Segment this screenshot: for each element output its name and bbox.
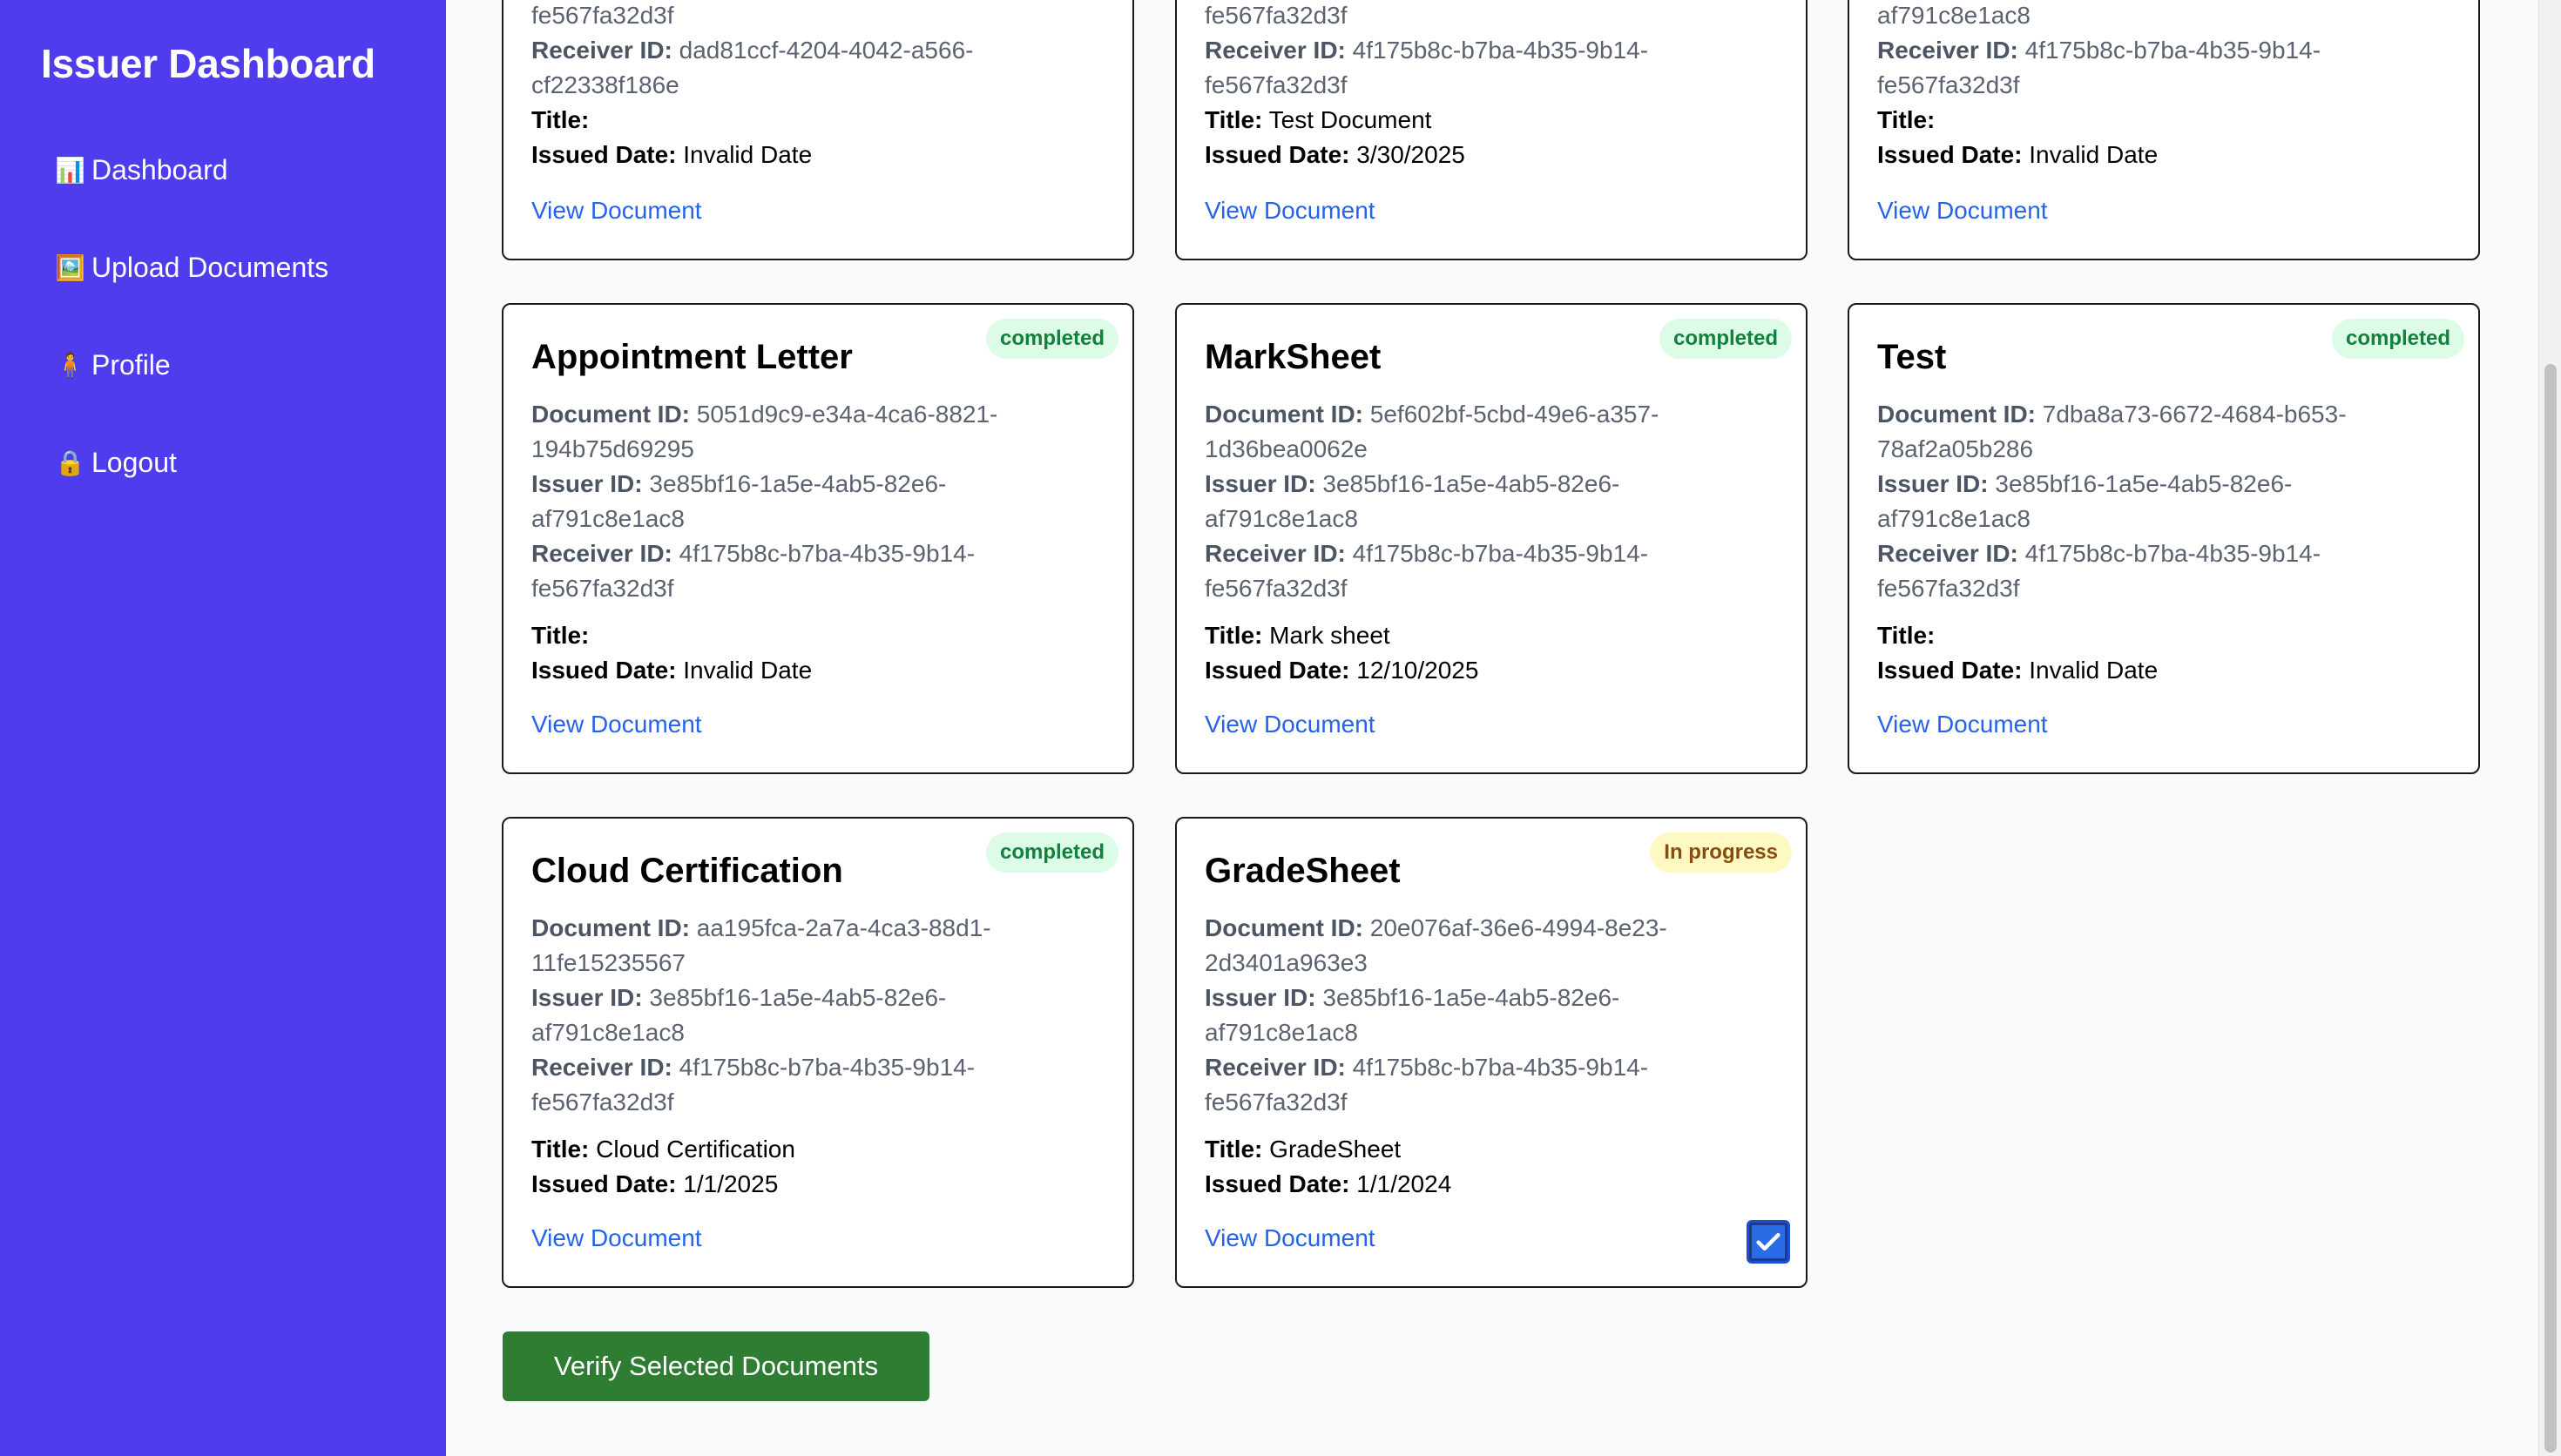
sidebar-item-label: Upload Documents <box>91 252 329 283</box>
receiver-id: Receiver ID: 4f175b8c-b7ba-4b35-9b14-fe5… <box>531 540 976 602</box>
view-document-link[interactable]: View Document <box>1205 711 1375 738</box>
status-badge: completed <box>1659 319 1792 359</box>
sidebar-title: Issuer Dashboard <box>41 41 375 86</box>
document-card: fe567fa32d3f Receiver ID: 4f175b8c-b7ba-… <box>1175 0 1808 260</box>
document-id: Document ID: 5ef602bf-5cbd-49e6-a357-1d3… <box>1205 401 1659 462</box>
document-card: fe567fa32d3f Receiver ID: dad81ccf-4204-… <box>502 0 1134 260</box>
receiver-id: Receiver ID: 4f175b8c-b7ba-4b35-9b14-fe5… <box>1877 540 2321 602</box>
document-id: Document ID: 20e076af-36e6-4994-8e23-2d3… <box>1205 914 1667 976</box>
issued-date: Issued Date: Invalid Date <box>531 657 813 684</box>
doc-title: Title: <box>1877 622 1936 649</box>
receiver-id: Receiver ID: 4f175b8c-b7ba-4b35-9b14-fe5… <box>1205 37 1649 98</box>
document-id: Document ID: aa195fca-2a7a-4ca3-88d1-11f… <box>531 914 991 976</box>
issued-date: Issued Date: Invalid Date <box>1877 141 2159 168</box>
document-card: af791c8e1ac8 Receiver ID: 4f175b8c-b7ba-… <box>1848 0 2480 260</box>
card-meta: Document ID: 7dba8a73-6672-4684-b653-78a… <box>1877 397 2417 606</box>
checkmark-icon <box>1756 1232 1781 1251</box>
issued-date: Issued Date: 1/1/2025 <box>531 1170 779 1197</box>
receiver-id: Receiver ID: dad81ccf-4204-4042-a566-cf2… <box>531 37 974 98</box>
status-badge: completed <box>985 832 1118 873</box>
issuer-id: Issuer ID: 3e85bf16-1a5e-4ab5-82e6-af791… <box>1205 470 1620 532</box>
card-meta: Document ID: 5051d9c9-e34a-4ca6-8821-194… <box>531 397 1071 606</box>
card-meta: Document ID: 20e076af-36e6-4994-8e23-2d3… <box>1205 911 1745 1120</box>
view-document-link[interactable]: View Document <box>531 1224 702 1252</box>
sidebar-item-dashboard[interactable]: 📊 Dashboard <box>55 154 228 186</box>
card-info: Title: Issued Date: Invalid Date <box>1877 618 2417 688</box>
verify-selected-documents-button[interactable]: Verify Selected Documents <box>503 1331 929 1401</box>
lock-icon: 🔒 <box>55 449 85 476</box>
issuer-id: Issuer ID: 3e85bf16-1a5e-4ab5-82e6-af791… <box>1877 470 2293 532</box>
view-document-link[interactable]: View Document <box>1205 197 1375 225</box>
issuer-id-partial: af791c8e1ac8 <box>1877 2 2031 29</box>
receiver-id: Receiver ID: 4f175b8c-b7ba-4b35-9b14-fe5… <box>1205 1054 1649 1116</box>
card-title: MarkSheet <box>1205 338 1382 376</box>
sidebar-item-label: Profile <box>91 349 171 381</box>
receiver-id-partial: fe567fa32d3f <box>1205 2 1348 29</box>
picture-icon: 🖼️ <box>55 254 85 281</box>
card-info: Title: GradeSheet Issued Date: 1/1/2024 <box>1205 1132 1745 1202</box>
card-meta: af791c8e1ac8 Receiver ID: 4f175b8c-b7ba-… <box>1877 0 2417 103</box>
issued-date: Issued Date: 12/10/2025 <box>1205 657 1479 684</box>
card-title: Test <box>1877 338 1947 376</box>
card-title: Appointment Letter <box>531 338 853 376</box>
doc-title: Title: Cloud Certification <box>531 1136 795 1163</box>
view-document-link[interactable]: View Document <box>1877 711 2048 738</box>
card-info: Title: Test Document Issued Date: 3/30/2… <box>1205 103 1745 172</box>
card-title: GradeSheet <box>1205 852 1401 890</box>
issued-date: Issued Date: 3/30/2025 <box>1205 141 1465 168</box>
document-card-gradesheet: GradeSheet In progress Document ID: 20e0… <box>1175 817 1808 1288</box>
document-card-cloud-certification: Cloud Certification completed Document I… <box>502 817 1134 1288</box>
doc-title: Title: Mark sheet <box>1205 622 1390 649</box>
chart-icon: 📊 <box>55 157 85 184</box>
document-card-appointment-letter: Appointment Letter completed Document ID… <box>502 303 1134 774</box>
view-document-link[interactable]: View Document <box>1205 1224 1375 1252</box>
document-card-marksheet: MarkSheet completed Document ID: 5ef602b… <box>1175 303 1808 774</box>
card-meta: Document ID: aa195fca-2a7a-4ca3-88d1-11f… <box>531 911 1071 1120</box>
view-document-link[interactable]: View Document <box>1877 197 2048 225</box>
document-id: Document ID: 7dba8a73-6672-4684-b653-78a… <box>1877 401 2347 462</box>
status-badge: completed <box>985 319 1118 359</box>
document-card-test: Test completed Document ID: 7dba8a73-667… <box>1848 303 2480 774</box>
scrollbar-thumb[interactable] <box>2544 364 2557 1453</box>
receiver-id: Receiver ID: 4f175b8c-b7ba-4b35-9b14-fe5… <box>1877 37 2321 98</box>
issuer-id: Issuer ID: 3e85bf16-1a5e-4ab5-82e6-af791… <box>1205 984 1620 1046</box>
doc-title: Title: <box>531 106 590 133</box>
sidebar-item-logout[interactable]: 🔒 Logout <box>55 447 177 479</box>
card-meta: fe567fa32d3f Receiver ID: dad81ccf-4204-… <box>531 0 1071 103</box>
card-meta: Document ID: 5ef602bf-5cbd-49e6-a357-1d3… <box>1205 397 1745 606</box>
doc-title: Title: GradeSheet <box>1205 1136 1402 1163</box>
card-info: Title: Issued Date: Invalid Date <box>1877 103 2417 172</box>
scrollbar[interactable] <box>2538 0 2561 1456</box>
receiver-id: Receiver ID: 4f175b8c-b7ba-4b35-9b14-fe5… <box>531 1054 976 1116</box>
issued-date: Issued Date: Invalid Date <box>531 141 813 168</box>
select-checkbox[interactable] <box>1747 1220 1790 1264</box>
issuer-id: Issuer ID: 3e85bf16-1a5e-4ab5-82e6-af791… <box>531 470 947 532</box>
sidebar-item-label: Dashboard <box>91 154 228 185</box>
card-meta: fe567fa32d3f Receiver ID: 4f175b8c-b7ba-… <box>1205 0 1745 103</box>
view-document-link[interactable]: View Document <box>531 711 702 738</box>
receiver-id-partial: fe567fa32d3f <box>531 2 674 29</box>
sidebar-item-profile[interactable]: 🧍 Profile <box>55 349 171 381</box>
issued-date: Issued Date: 1/1/2024 <box>1205 1170 1452 1197</box>
doc-title: Title: <box>531 622 590 649</box>
card-title: Cloud Certification <box>531 852 843 890</box>
doc-title: Title: Test Document <box>1205 106 1432 133</box>
sidebar-item-label: Logout <box>91 447 177 478</box>
document-id: Document ID: 5051d9c9-e34a-4ca6-8821-194… <box>531 401 998 462</box>
receiver-id: Receiver ID: 4f175b8c-b7ba-4b35-9b14-fe5… <box>1205 540 1649 602</box>
issuer-id: Issuer ID: 3e85bf16-1a5e-4ab5-82e6-af791… <box>531 984 947 1046</box>
status-badge: completed <box>2331 319 2464 359</box>
card-info: Title: Cloud Certification Issued Date: … <box>531 1132 1071 1202</box>
card-info: Title: Issued Date: Invalid Date <box>531 103 1071 172</box>
card-info: Title: Mark sheet Issued Date: 12/10/202… <box>1205 618 1745 688</box>
doc-title: Title: <box>1877 106 1936 133</box>
card-info: Title: Issued Date: Invalid Date <box>531 618 1071 688</box>
status-badge: In progress <box>1650 832 1792 873</box>
view-document-link[interactable]: View Document <box>531 197 702 225</box>
person-icon: 🧍 <box>55 352 85 379</box>
issued-date: Issued Date: Invalid Date <box>1877 657 2159 684</box>
sidebar: Issuer Dashboard 📊 Dashboard 🖼️ Upload D… <box>0 0 446 1456</box>
sidebar-item-upload-documents[interactable]: 🖼️ Upload Documents <box>55 252 328 284</box>
